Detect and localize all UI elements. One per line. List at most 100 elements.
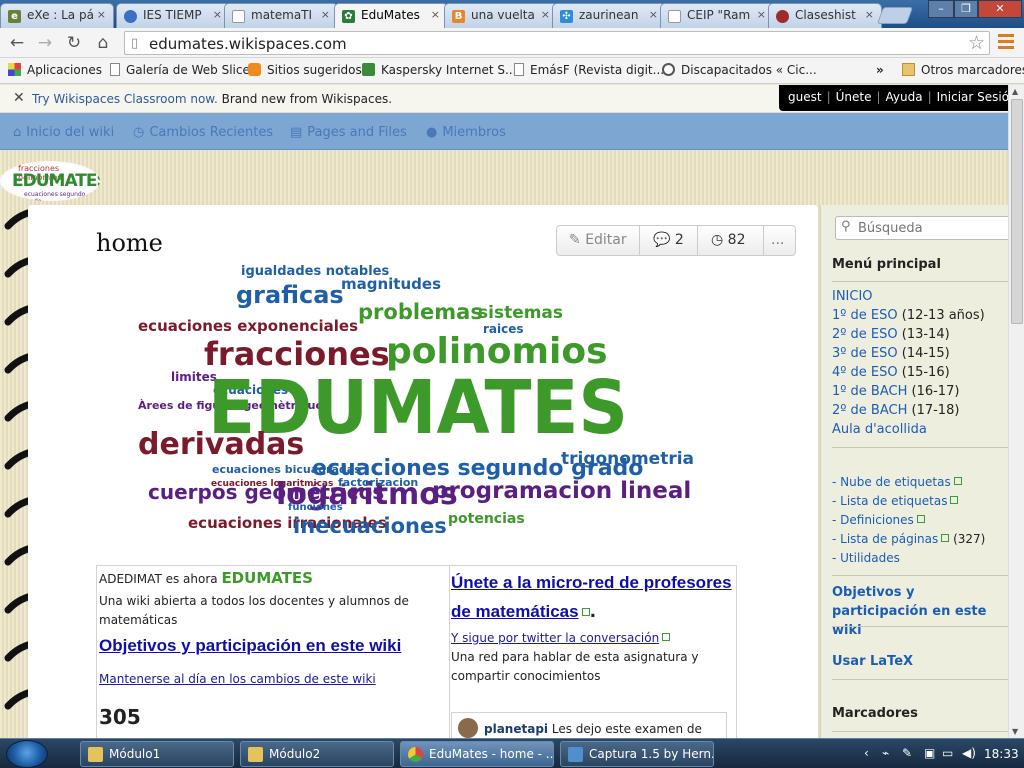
device-icon[interactable]: ▣: [924, 746, 935, 760]
menu-item-4eso[interactable]: 4º de ESO (15-16): [832, 365, 950, 380]
browser-tab[interactable]: B una vuelta ×: [444, 3, 558, 28]
home-icon: ⌂: [13, 125, 22, 140]
history-clock-icon: ◷: [711, 232, 724, 248]
history-button[interactable]: ◷ 82: [711, 226, 746, 255]
external-link-icon: [950, 496, 959, 504]
search-input[interactable]: [858, 220, 1006, 237]
objectives-link[interactable]: Objetivos y participación en este wiki: [99, 636, 401, 655]
tools-icon[interactable]: ✎: [902, 746, 912, 760]
page-icon: [232, 10, 245, 23]
tool-definitions[interactable]: - Definiciones: [832, 513, 925, 527]
task-button[interactable]: Módulo2: [240, 741, 394, 767]
tab-close-icon[interactable]: ×: [541, 8, 550, 21]
left-column: ADEDIMAT es ahora EDUMATES Una wiki abie…: [99, 569, 439, 729]
menu-item-aula[interactable]: Aula d'acollida: [832, 422, 927, 437]
avatar: [458, 718, 478, 738]
tab-close-icon[interactable]: ×: [865, 8, 874, 21]
reload-icon[interactable]: ↻: [63, 32, 85, 54]
tab-close-icon[interactable]: ×: [97, 8, 106, 21]
sidebar-latex-link[interactable]: Usar LaTeX: [832, 654, 913, 669]
help-link[interactable]: Ayuda: [886, 90, 923, 104]
comments-button[interactable]: 💬 2: [653, 226, 684, 255]
nav-item-recent-changes[interactable]: ◷ Cambios Recientes: [133, 125, 273, 140]
feed-user[interactable]: planetapi: [484, 722, 548, 736]
nav-item-pages-files[interactable]: ▤ Pages and Files: [290, 125, 407, 140]
wikispaces-icon: ✿: [342, 10, 355, 23]
tool-utilities[interactable]: - Utilidades: [832, 551, 900, 565]
browser-tab[interactable]: Claseshist ×: [768, 3, 882, 28]
browser-tab-active[interactable]: ✿ EduMates ×: [334, 3, 448, 28]
home-icon[interactable]: ⌂: [92, 32, 114, 54]
pinwheel-icon: ✣: [560, 10, 573, 23]
bookmark-item[interactable]: EmásF (Revista digit...: [514, 63, 664, 77]
menu-item-inicio[interactable]: INICIO: [832, 289, 873, 304]
tab-close-icon[interactable]: ×: [213, 8, 222, 21]
bookmark-item[interactable]: Aplicaciones: [8, 63, 102, 77]
browser-tab[interactable]: matemaTI ×: [224, 3, 338, 28]
monitor-icon[interactable]: ▭: [942, 746, 953, 760]
minimize-button[interactable]: –: [928, 0, 954, 18]
network-icon[interactable]: ⌁: [882, 746, 889, 760]
browser-tab[interactable]: IES TIEMP ×: [116, 3, 230, 28]
address-bar[interactable]: ▯ edumates.wikispaces.com ☆: [124, 31, 990, 55]
nav-item-members[interactable]: ● Miembros: [426, 125, 506, 140]
page-scrollbar[interactable]: ▲ ▼: [1008, 85, 1024, 738]
menu-item-1eso[interactable]: 1º de ESO (12-13 años): [832, 308, 985, 323]
bookmark-item[interactable]: Galería de Web Slice: [110, 63, 250, 77]
menu-item-3eso[interactable]: 3º de ESO (14-15): [832, 346, 950, 361]
tab-close-icon[interactable]: ×: [431, 8, 440, 21]
task-button[interactable]: Módulo1: [80, 741, 234, 767]
bookmark-item[interactable]: Kaspersky Internet S...: [362, 63, 516, 77]
other-bookmarks[interactable]: Otros marcadores: [902, 63, 1024, 77]
page-icon: [110, 63, 120, 76]
cloud-word: derivadas: [138, 427, 304, 462]
back-arrow-icon[interactable]: ←: [6, 32, 28, 54]
menu-item-2eso[interactable]: 2º de ESO (13-14): [832, 327, 950, 342]
bookmark-item[interactable]: Sitios sugeridos: [248, 63, 362, 77]
join-link[interactable]: Únete: [836, 90, 872, 104]
menu-item-2bach[interactable]: 2º de BACH (17-18): [832, 403, 959, 418]
scrollbar-thumb[interactable]: [1011, 99, 1023, 324]
sidebar: ⚲ Menú principal INICIO 1º de ESO (12-13…: [820, 205, 1008, 738]
tab-close-icon[interactable]: ×: [321, 8, 330, 21]
feed-text: Les dejo este examen de: [548, 722, 702, 736]
twitter-link[interactable]: Y sigue por twitter la conversación: [451, 631, 659, 645]
edit-button[interactable]: ✎ Editar: [569, 226, 627, 255]
browser-menu-icon[interactable]: [998, 34, 1014, 52]
tool-page-list[interactable]: - Lista de páginas (327): [832, 532, 985, 546]
forward-arrow-icon[interactable]: →: [34, 32, 56, 54]
tray-expand-icon[interactable]: ‹: [864, 746, 869, 760]
tool-tag-cloud[interactable]: - Nube de etiquetas: [832, 475, 962, 489]
tab-close-icon[interactable]: ×: [649, 8, 658, 21]
task-button-active[interactable]: EduMates - home - ...: [400, 741, 554, 767]
sign-in-link[interactable]: Iniciar Sesión: [937, 90, 1008, 104]
tool-tag-list[interactable]: - Lista de etiquetas: [832, 494, 959, 508]
nav-item-home[interactable]: ⌂ Inicio del wiki: [13, 125, 114, 140]
menu-item-1bach[interactable]: 1º de BACH (16-17): [832, 384, 959, 399]
edumates-brand: EDUMATES: [221, 569, 313, 587]
volume-icon[interactable]: ◀): [962, 746, 976, 760]
bookmark-star-icon[interactable]: ☆: [968, 32, 985, 54]
folder-icon: [248, 747, 263, 762]
scroll-up-icon[interactable]: ▲: [1012, 87, 1018, 96]
classroom-link[interactable]: Try Wikispaces Classroom now.: [32, 92, 218, 106]
close-window-button[interactable]: ✕: [978, 0, 1022, 18]
more-button[interactable]: ...: [771, 226, 784, 255]
tab-label: IES TIEMP: [143, 8, 202, 22]
scroll-down-icon[interactable]: ▼: [1012, 727, 1018, 736]
maximize-button[interactable]: ❐: [954, 0, 978, 18]
wiki-logo[interactable]: fracciones polinomios EDUMATES ecuacione…: [0, 161, 100, 201]
wiki-description: Una wiki abierta a todos los docentes y …: [99, 594, 409, 627]
browser-tab[interactable]: CEIP "Ram ×: [660, 3, 774, 28]
browser-tab[interactable]: ✣ zaurinean ×: [552, 3, 666, 28]
changes-link[interactable]: Mantenerse al día en los cambios de este…: [99, 672, 376, 686]
browser-tab[interactable]: e eXe : La pá ×: [0, 3, 114, 28]
new-tab-button[interactable]: [876, 7, 914, 24]
bookmarks-overflow-icon[interactable]: »: [876, 63, 884, 77]
tab-close-icon[interactable]: ×: [757, 8, 766, 21]
task-button[interactable]: Captura 1.5 by Hern...: [560, 741, 714, 767]
sidebar-objectives-link[interactable]: Objetivos y participación en este wiki: [832, 583, 1008, 640]
close-icon[interactable]: ✕: [13, 90, 25, 106]
start-button[interactable]: [6, 740, 48, 768]
bookmark-item[interactable]: Discapacitados « Cic...: [662, 63, 817, 77]
